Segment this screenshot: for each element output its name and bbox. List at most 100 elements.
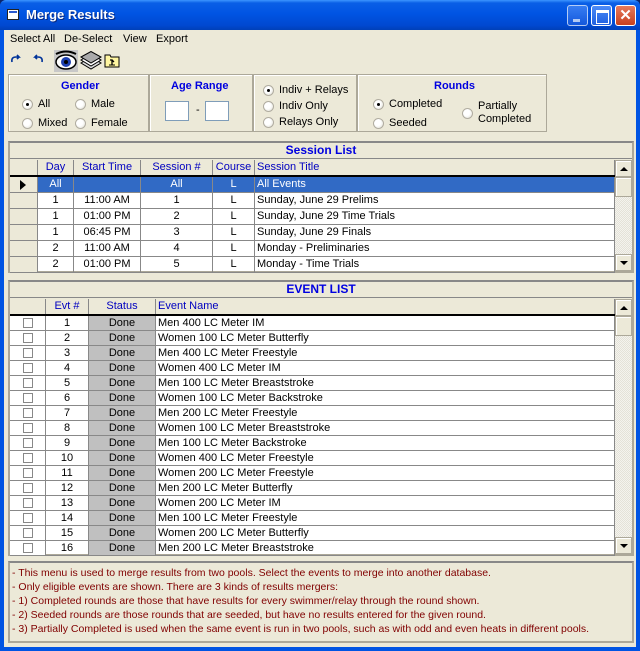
indiv-relays-radio[interactable]: Indiv + Relays: [263, 84, 348, 96]
column-header[interactable]: Course: [213, 160, 255, 175]
column-header[interactable]: Session #: [141, 160, 213, 175]
column-header[interactable]: Start Time: [74, 160, 141, 175]
select-checkbox[interactable]: [22, 528, 33, 538]
indiv-only-radio[interactable]: Indiv Only: [263, 100, 328, 112]
event-row[interactable]: 16 Done Men 200 LC Meter Breaststroke: [10, 541, 615, 556]
row-selector[interactable]: [10, 241, 38, 256]
session-row[interactable]: 2 11:00 AM 4 L Monday - Preliminaries: [10, 241, 615, 257]
session-row[interactable]: All All L All Events: [10, 177, 615, 193]
select-checkbox-cell[interactable]: [10, 496, 46, 510]
select-checkbox-cell[interactable]: [10, 541, 46, 555]
column-header[interactable]: Status: [89, 299, 156, 314]
age-to-input[interactable]: [205, 101, 229, 121]
maximize-button[interactable]: [591, 5, 612, 26]
session-row[interactable]: 1 06:45 PM 3 L Sunday, June 29 Finals: [10, 225, 615, 241]
event-row[interactable]: 10 Done Women 400 LC Meter Freestyle: [10, 451, 615, 466]
select-checkbox-cell[interactable]: [10, 421, 46, 435]
relays-only-radio[interactable]: Relays Only: [263, 116, 338, 128]
session-row[interactable]: 1 11:00 AM 1 L Sunday, June 29 Prelims: [10, 193, 615, 209]
select-checkbox-cell[interactable]: [10, 406, 46, 420]
menu-select-all[interactable]: Select All: [10, 33, 55, 45]
select-checkbox-cell[interactable]: [10, 346, 46, 360]
column-header[interactable]: Event Name: [156, 299, 615, 314]
row-selector[interactable]: [10, 177, 38, 192]
menu-de-select[interactable]: De-Select: [64, 33, 112, 45]
select-checkbox[interactable]: [22, 348, 33, 358]
event-row[interactable]: 4 Done Women 400 LC Meter IM: [10, 361, 615, 376]
event-row[interactable]: 1 Done Men 400 LC Meter IM: [10, 316, 615, 331]
event-row[interactable]: 11 Done Women 200 LC Meter Freestyle: [10, 466, 615, 481]
session-row[interactable]: 1 01:00 PM 2 L Sunday, June 29 Time Trials: [10, 209, 615, 225]
select-checkbox-cell[interactable]: [10, 451, 46, 465]
column-header[interactable]: Session Title: [255, 160, 615, 175]
session-row[interactable]: 2 01:00 PM 5 L Monday - Time Trials: [10, 257, 615, 273]
event-scroll-thumb[interactable]: [615, 316, 632, 336]
select-checkbox[interactable]: [22, 393, 33, 403]
select-checkbox[interactable]: [22, 408, 33, 418]
event-scroll-down[interactable]: [615, 537, 632, 554]
seeded-radio[interactable]: Seeded: [373, 117, 427, 129]
select-checkbox[interactable]: [22, 333, 33, 343]
select-checkbox[interactable]: [22, 468, 33, 478]
select-checkbox-cell[interactable]: [10, 361, 46, 375]
select-checkbox[interactable]: [22, 498, 33, 508]
minimize-button[interactable]: [567, 5, 588, 26]
eye-icon[interactable]: [54, 50, 78, 72]
select-checkbox-cell[interactable]: [10, 526, 46, 540]
select-checkbox-cell[interactable]: [10, 376, 46, 390]
undo-icon[interactable]: [32, 54, 44, 72]
session-scrollbar[interactable]: [615, 160, 632, 271]
event-row[interactable]: 6 Done Women 100 LC Meter Backstroke: [10, 391, 615, 406]
event-row[interactable]: 14 Done Men 100 LC Meter Freestyle: [10, 511, 615, 526]
select-checkbox[interactable]: [22, 453, 33, 463]
row-selector[interactable]: [10, 193, 38, 208]
event-row[interactable]: 12 Done Men 200 LC Meter Butterfly: [10, 481, 615, 496]
select-checkbox-cell[interactable]: [10, 511, 46, 525]
row-selector[interactable]: [10, 225, 38, 240]
event-row[interactable]: 7 Done Men 200 LC Meter Freestyle: [10, 406, 615, 421]
event-scrollbar[interactable]: [615, 299, 632, 554]
age-from-input[interactable]: [165, 101, 189, 121]
event-row[interactable]: 5 Done Men 100 LC Meter Breaststroke: [10, 376, 615, 391]
menu-export[interactable]: Export: [156, 33, 188, 45]
select-checkbox[interactable]: [22, 318, 33, 328]
event-row[interactable]: 15 Done Women 200 LC Meter Butterfly: [10, 526, 615, 541]
event-row[interactable]: 13 Done Women 200 LC Meter IM: [10, 496, 615, 511]
event-row[interactable]: 9 Done Men 100 LC Meter Backstroke: [10, 436, 615, 451]
event-row[interactable]: 3 Done Men 400 LC Meter Freestyle: [10, 346, 615, 361]
select-checkbox[interactable]: [22, 438, 33, 448]
partially-completed-radio[interactable]: Partially Completed: [462, 100, 531, 126]
completed-radio[interactable]: Completed: [373, 98, 442, 110]
select-checkbox-cell[interactable]: [10, 436, 46, 450]
row-selector[interactable]: [10, 257, 38, 272]
select-checkbox[interactable]: [22, 423, 33, 433]
redo-icon[interactable]: [10, 54, 22, 72]
select-checkbox-cell[interactable]: [10, 466, 46, 480]
menu-view[interactable]: View: [123, 33, 147, 45]
gender-female-radio[interactable]: Female: [75, 117, 128, 129]
select-checkbox[interactable]: [22, 363, 33, 373]
select-checkbox[interactable]: [22, 483, 33, 493]
disk-stack-icon[interactable]: [79, 50, 103, 70]
select-checkbox[interactable]: [22, 543, 33, 553]
select-checkbox-cell[interactable]: [10, 391, 46, 405]
select-checkbox-cell[interactable]: [10, 316, 46, 330]
gender-mixed-radio[interactable]: Mixed: [22, 117, 67, 129]
session-scroll-up[interactable]: [615, 160, 632, 177]
row-selector[interactable]: [10, 209, 38, 224]
gender-male-radio[interactable]: Male: [75, 98, 115, 110]
title-bar[interactable]: Merge Results ✕: [0, 0, 640, 30]
event-scroll-up[interactable]: [615, 299, 632, 316]
session-scroll-thumb[interactable]: [615, 177, 632, 197]
close-button[interactable]: ✕: [615, 5, 636, 26]
select-checkbox[interactable]: [22, 378, 33, 388]
select-checkbox-cell[interactable]: [10, 331, 46, 345]
session-scroll-down[interactable]: [615, 254, 632, 271]
column-header[interactable]: Day: [38, 160, 74, 175]
folder-up-icon[interactable]: [104, 52, 120, 70]
event-row[interactable]: 2 Done Women 100 LC Meter Butterfly: [10, 331, 615, 346]
select-checkbox-cell[interactable]: [10, 481, 46, 495]
event-row[interactable]: 8 Done Women 100 LC Meter Breaststroke: [10, 421, 615, 436]
select-checkbox[interactable]: [22, 513, 33, 523]
gender-all-radio[interactable]: All: [22, 98, 50, 110]
